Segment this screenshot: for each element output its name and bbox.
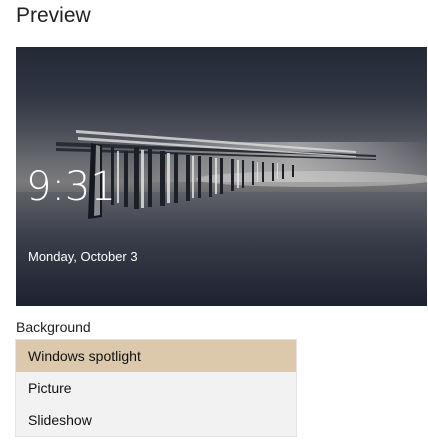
- option-picture[interactable]: Picture: [16, 372, 296, 404]
- lock-screen-date: Monday, October 3: [28, 249, 138, 264]
- background-dropdown-list[interactable]: Windows spotlight Picture Slideshow: [16, 340, 296, 436]
- page-title: Preview: [16, 4, 91, 27]
- option-windows-spotlight[interactable]: Windows spotlight: [16, 340, 296, 372]
- option-slideshow[interactable]: Slideshow: [16, 404, 296, 436]
- lock-screen-preview: 9:31 Monday, October 3: [16, 47, 427, 306]
- background-label: Background: [16, 319, 91, 335]
- lock-screen-settings: Preview 9:31 Monday, October 3 Backgroun…: [0, 0, 428, 446]
- lock-screen-clock: 9:31: [26, 164, 116, 210]
